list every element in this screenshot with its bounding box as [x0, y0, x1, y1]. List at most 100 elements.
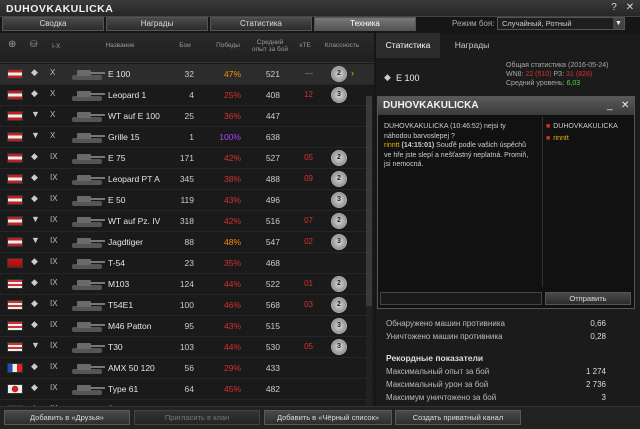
vehicle-battles: 88: [184, 237, 194, 247]
tab-vehicle-statistics[interactable]: Статистика: [376, 33, 440, 58]
table-row[interactable]: ◆ IX Leopard PT A 345 38% 488 09 2: [0, 169, 374, 190]
add-blacklist-button[interactable]: Добавить в «Чёрный список»: [264, 410, 392, 425]
table-row[interactable]: ◆ IX AMX 50 120 56 29% 433: [0, 358, 374, 379]
wn8-value: 22 (510): [525, 71, 552, 78]
add-friend-button[interactable]: Добавить в «Друзья»: [4, 410, 130, 425]
scrollbar-thumb[interactable]: [366, 96, 372, 306]
vehicle-battles: 103: [179, 342, 194, 352]
mastery-badge-icon: 3: [331, 234, 347, 250]
tab-statistics[interactable]: Статистика: [210, 17, 312, 31]
table-row[interactable]: ◆ IX Type 61 64 45% 482: [0, 379, 374, 400]
tier-label: IX: [50, 278, 58, 287]
chat-message: DUHOVKAKULICKA (10:46:52) nejsi ty náhod…: [384, 122, 534, 141]
vehicle-wins: 44%: [223, 279, 241, 289]
tank-type-icon[interactable]: ⛁: [30, 40, 38, 49]
vehicle-avg-exp: 488: [265, 174, 280, 184]
tank-class-icon: ▼: [31, 340, 40, 350]
table-row[interactable]: ▼ IX T30 103 44% 530 05 3: [0, 337, 374, 358]
vehicle-battles: 95: [184, 321, 194, 331]
vehicle-xte: 02: [304, 237, 313, 246]
message-author: DUHOVKAKULICKA: [384, 123, 449, 130]
table-row[interactable]: ▼ X WT auf E 100 25 36% 447: [0, 106, 374, 127]
chat-user[interactable]: ■ DUHOVKAKULICKA: [546, 121, 632, 133]
vehicle-wins: 38%: [223, 174, 241, 184]
vehicle-battles: 25: [184, 111, 194, 121]
vehicle-wins: 43%: [223, 321, 241, 331]
table-row[interactable]: ◆ IX M46 Patton 95 43% 515 3: [0, 316, 374, 337]
vehicle-wins: 29%: [223, 363, 241, 373]
tank-class-icon: ◆: [31, 256, 38, 266]
minimize-icon[interactable]: _: [607, 100, 613, 111]
tank-icon: [72, 133, 105, 143]
tier-label: X: [50, 68, 56, 77]
private-chat-window[interactable]: DUHOVKAKULICKA _ ✕ DUHOVKAKULICKA (10:46…: [377, 96, 635, 309]
tank-class-icon: ◆: [31, 298, 38, 308]
vehicle-battles: 1: [189, 132, 194, 142]
table-row[interactable]: ◆ IX T54E1 100 46% 568 03 2: [0, 295, 374, 316]
close-icon[interactable]: ✕: [625, 3, 635, 13]
table-scrollbar[interactable]: [366, 96, 372, 406]
status-dot-icon: ■: [546, 135, 551, 142]
table-row[interactable]: ◆ X E 100 32 47% 521 — 2 ›: [0, 64, 374, 85]
table-row[interactable]: ▼ IX WT auf Pz. IV 318 42% 516 07 2: [0, 211, 374, 232]
chat-titlebar[interactable]: DUHOVKAKULICKA _ ✕: [378, 97, 634, 115]
tier-icon[interactable]: I-X: [52, 43, 60, 50]
table-row[interactable]: ◆ IX E 75 171 42% 527 05 2: [0, 148, 374, 169]
table-row[interactable]: ▼ X Grille 15 1 100% 638: [0, 127, 374, 148]
table-row[interactable]: ◆ IX T-54 23 35% 468: [0, 253, 374, 274]
battle-mode-select[interactable]: Случайный, Ротный ▼: [497, 17, 625, 30]
create-private-channel-button[interactable]: Создать приватный канал: [395, 410, 521, 425]
vehicle-battles: 32: [184, 69, 194, 79]
tab-summary[interactable]: Сводка: [2, 17, 104, 31]
chat-message-input[interactable]: [380, 292, 542, 305]
vehicle-avg-exp: 547: [265, 237, 280, 247]
help-icon[interactable]: ?: [609, 3, 619, 13]
stat-row: Обнаружено машин противника 0,66: [386, 319, 606, 331]
chat-title: DUHOVKAKULICKA: [383, 100, 479, 111]
globe-icon[interactable]: ⊕: [8, 40, 16, 50]
tab-vehicle-awards[interactable]: Награды: [440, 33, 504, 58]
vehicle-name: WT auf Pz. IV: [108, 216, 161, 226]
mastery-badge-icon: 3: [331, 87, 347, 103]
table-row[interactable]: ▼ IX Jagdtiger 88 48% 547 02 3: [0, 232, 374, 253]
vehicle-avg-exp: 638: [265, 132, 280, 142]
vehicle-name: M46 Patton: [108, 321, 152, 331]
mastery-badge-icon: 2: [331, 150, 347, 166]
vehicle-name: AMX 50 120: [108, 363, 155, 373]
tab-vehicles[interactable]: Техника: [314, 17, 416, 31]
tank-class-icon: ◆: [31, 361, 38, 371]
column-xte[interactable]: xTE: [295, 42, 315, 49]
table-row[interactable]: ◆ IX E 50 119 43% 496 3: [0, 190, 374, 211]
table-row[interactable]: ◆ X Leopard 1 4 25% 408 12 3: [0, 85, 374, 106]
vehicle-wins: 48%: [223, 237, 241, 247]
vehicle-xte: 09: [304, 174, 313, 183]
message-author: rinntt: [384, 142, 400, 149]
tank-class-icon: ▼: [31, 214, 40, 224]
column-wins[interactable]: Победы: [210, 42, 246, 49]
mastery-badge-icon: 2: [331, 171, 347, 187]
vehicle-table: ⊕ ⛁ I-X Название Бои Победы Средний опыт…: [0, 33, 374, 406]
vehicle-name: T30: [108, 342, 123, 352]
vehicle-wins: 100%: [219, 132, 241, 142]
chat-divider: [542, 117, 543, 287]
close-icon[interactable]: ✕: [621, 100, 629, 111]
column-mastery[interactable]: Классность: [322, 42, 362, 49]
tank-icon: [72, 154, 105, 164]
column-battles[interactable]: Бои: [170, 42, 200, 49]
invite-clan-button[interactable]: Пригласить в клан: [134, 410, 260, 425]
tier-label: IX: [50, 383, 58, 392]
vehicle-name: M103: [108, 279, 130, 289]
table-row[interactable]: ◆ IX M103 124 44% 522 01 2: [0, 274, 374, 295]
column-avg-exp[interactable]: Средний опыт за бой: [250, 39, 290, 53]
stat-label: Уничтожено машин противника: [386, 332, 503, 341]
chat-user[interactable]: ■ rinntt: [546, 133, 632, 145]
window-title: DUHOVKAKULICKA: [6, 3, 114, 15]
nation-flag-icon: [7, 300, 23, 310]
send-button[interactable]: Отправить: [545, 292, 631, 305]
mastery-badge-icon: 2: [331, 66, 347, 82]
chevron-right-icon[interactable]: ›: [351, 68, 354, 78]
column-name[interactable]: Название: [100, 42, 140, 49]
tab-awards[interactable]: Награды: [106, 17, 208, 31]
vehicle-avg-exp: 568: [265, 300, 280, 310]
vehicle-avg-exp: 433: [265, 363, 280, 373]
